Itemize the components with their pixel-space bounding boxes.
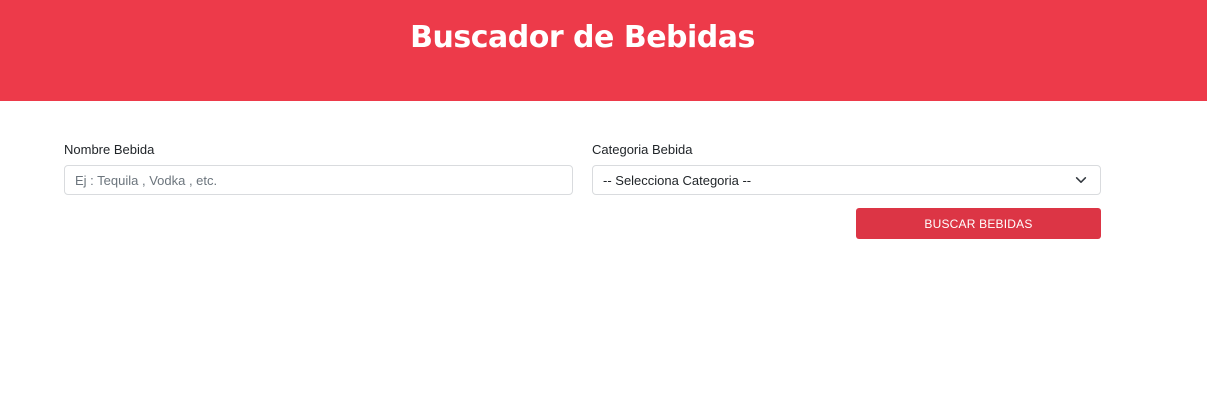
page-title: Buscador de Bebidas [410,20,755,55]
nombre-label: Nombre Bebida [64,142,155,157]
categoria-select[interactable]: -- Selecciona Categoria -- [592,165,1101,195]
chevron-down-icon [1075,177,1087,183]
categoria-field-group: Categoria Bebida -- Selecciona Categoria… [592,141,1101,195]
page-header: Buscador de Bebidas [0,0,1207,101]
nombre-bebida-input[interactable] [64,165,573,195]
nombre-field-group: Nombre Bebida [64,141,573,195]
categoria-selected-value: -- Selecciona Categoria -- [603,172,752,188]
categoria-label: Categoria Bebida [592,142,693,157]
buscar-bebidas-button[interactable]: BUSCAR BEBIDAS [856,208,1101,239]
search-form: Nombre Bebida Categoria Bebida -- Selecc… [0,101,1207,420]
